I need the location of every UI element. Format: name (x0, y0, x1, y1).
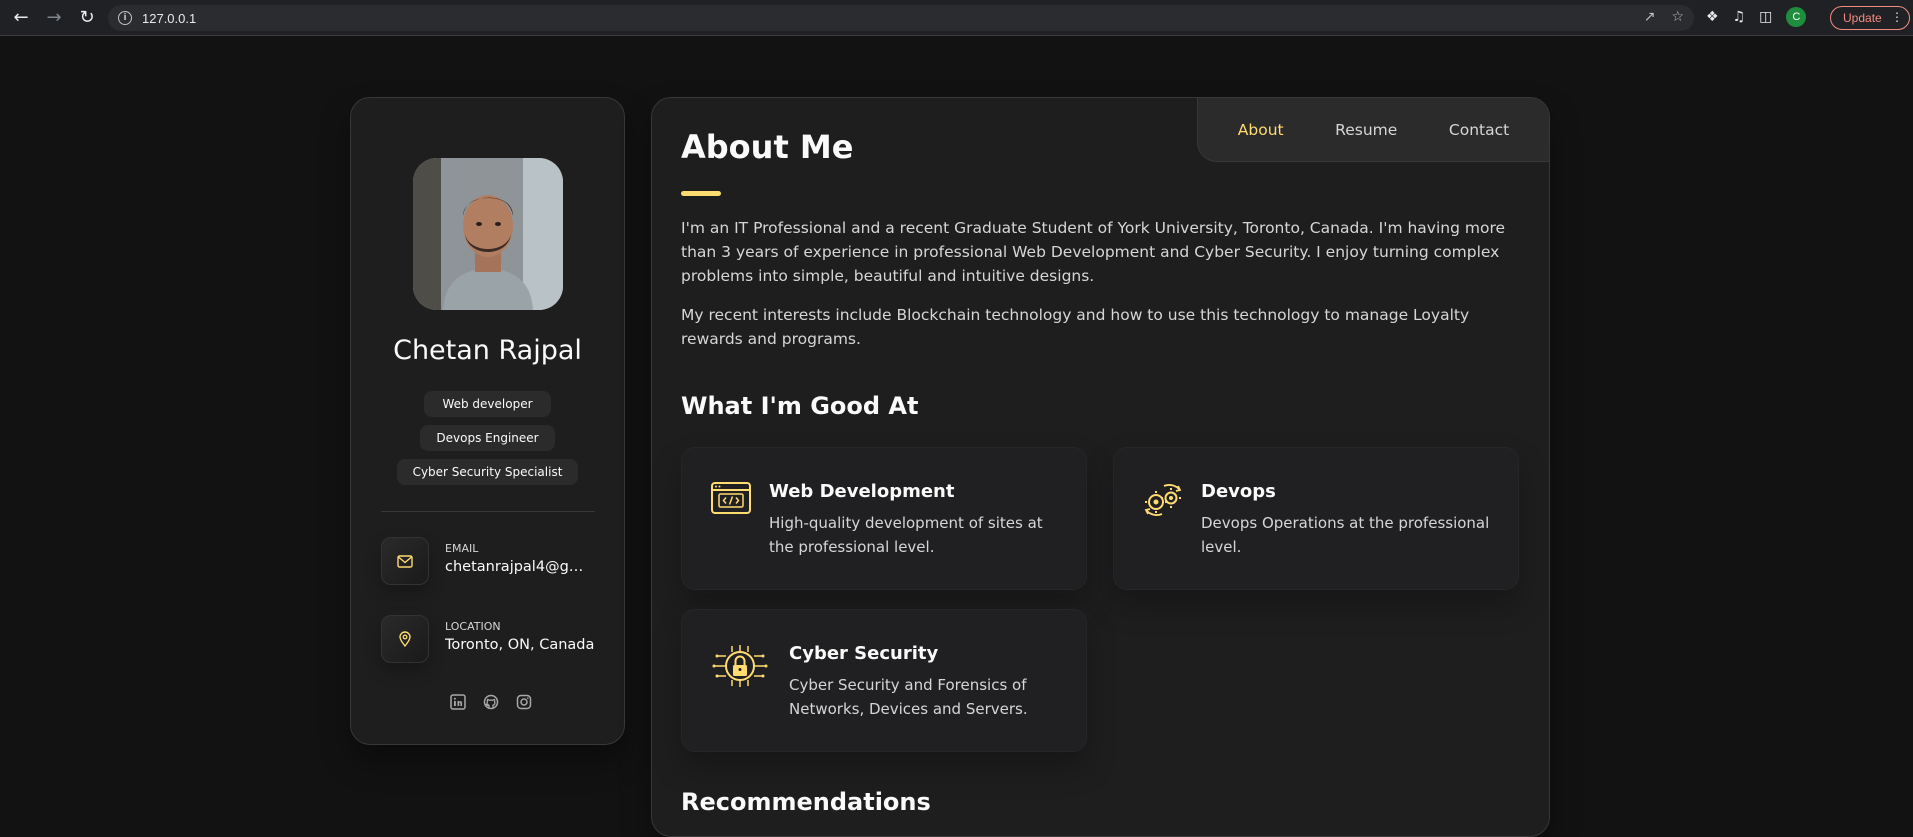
reload-icon[interactable]: ↻ (75, 6, 99, 30)
back-icon[interactable]: ← (9, 6, 33, 30)
about-paragraph: I'm an IT Professional and a recent Grad… (681, 219, 1506, 285)
extensions-icon[interactable]: ❖ (1706, 9, 1719, 25)
profile-avatar[interactable]: C (1786, 7, 1807, 27)
update-button[interactable]: Update ⋮ (1830, 6, 1910, 30)
linkedin-icon[interactable] (449, 693, 466, 710)
title-underline (681, 191, 721, 196)
media-control-icon[interactable]: ♫ (1733, 9, 1746, 25)
nav-contact[interactable]: Contact (1449, 121, 1509, 139)
service-card-web-development: Web Development High-quality development… (681, 447, 1087, 590)
profile-name: Chetan Rajpal (393, 335, 582, 366)
devops-gears-icon (1142, 480, 1186, 520)
avatar (413, 158, 563, 310)
instagram-icon[interactable] (515, 693, 532, 710)
contact-label-email: EMAIL (445, 542, 479, 555)
about-paragraph: My recent interests include Blockchain t… (681, 306, 1470, 348)
share-icon[interactable]: ↗ (1644, 9, 1656, 25)
service-title: Web Development (769, 481, 955, 502)
services-title: What I'm Good At (681, 392, 919, 420)
location-value: Toronto, ON, Canada (445, 637, 595, 653)
service-title: Devops (1201, 481, 1276, 502)
about-article: About Resume Contact About Me I'm an IT … (651, 97, 1550, 837)
service-card-cyber-security: Cyber Security Cyber Security and Forens… (681, 609, 1087, 752)
main-navbar: About Resume Contact (1197, 98, 1549, 162)
security-lock-icon (712, 644, 768, 688)
service-title: Cyber Security (789, 643, 939, 664)
site-info-icon[interactable]: i (118, 11, 132, 25)
mail-icon (381, 537, 429, 585)
title-badge: Cyber Security Specialist (397, 459, 578, 485)
github-icon[interactable] (482, 693, 499, 710)
address-bar[interactable]: i 127.0.0.1 ↗ ☆ (108, 5, 1694, 31)
service-text: Devops Operations at the professional le… (1201, 514, 1490, 556)
page-title: About Me (681, 128, 854, 166)
title-badge: Web developer (424, 391, 551, 417)
web-code-icon (710, 480, 754, 520)
recommendations-title: Recommendations (681, 788, 931, 816)
profile-sidebar: Chetan Rajpal Web developer Devops Engin… (350, 97, 625, 745)
service-card-devops: Devops Devops Operations at the professi… (1113, 447, 1519, 590)
bookmark-star-icon[interactable]: ☆ (1671, 9, 1684, 25)
forward-icon[interactable]: → (42, 6, 66, 30)
title-badge: Devops Engineer (420, 425, 555, 451)
menu-dots-icon[interactable]: ⋮ (1891, 10, 1903, 24)
nav-resume[interactable]: Resume (1335, 121, 1397, 139)
nav-about[interactable]: About (1238, 121, 1284, 139)
location-pin-icon (381, 615, 429, 663)
side-panel-icon[interactable]: ◫ (1759, 9, 1772, 25)
social-links (449, 693, 532, 710)
browser-toolbar: ← → ↻ i 127.0.0.1 ↗ ☆ ❖ ♫ ◫ C Update ⋮ (0, 0, 1913, 36)
contact-label-location: LOCATION (445, 620, 501, 633)
service-text: High-quality development of sites at the… (769, 514, 1043, 556)
email-link[interactable]: chetanrajpal4@gmail.com (445, 559, 595, 575)
profile-photo (413, 158, 563, 310)
service-text: Cyber Security and Forensics of Networks… (789, 676, 1028, 718)
update-label: Update (1843, 11, 1882, 25)
sidebar-separator (381, 511, 595, 512)
url-text[interactable]: 127.0.0.1 (142, 11, 196, 26)
